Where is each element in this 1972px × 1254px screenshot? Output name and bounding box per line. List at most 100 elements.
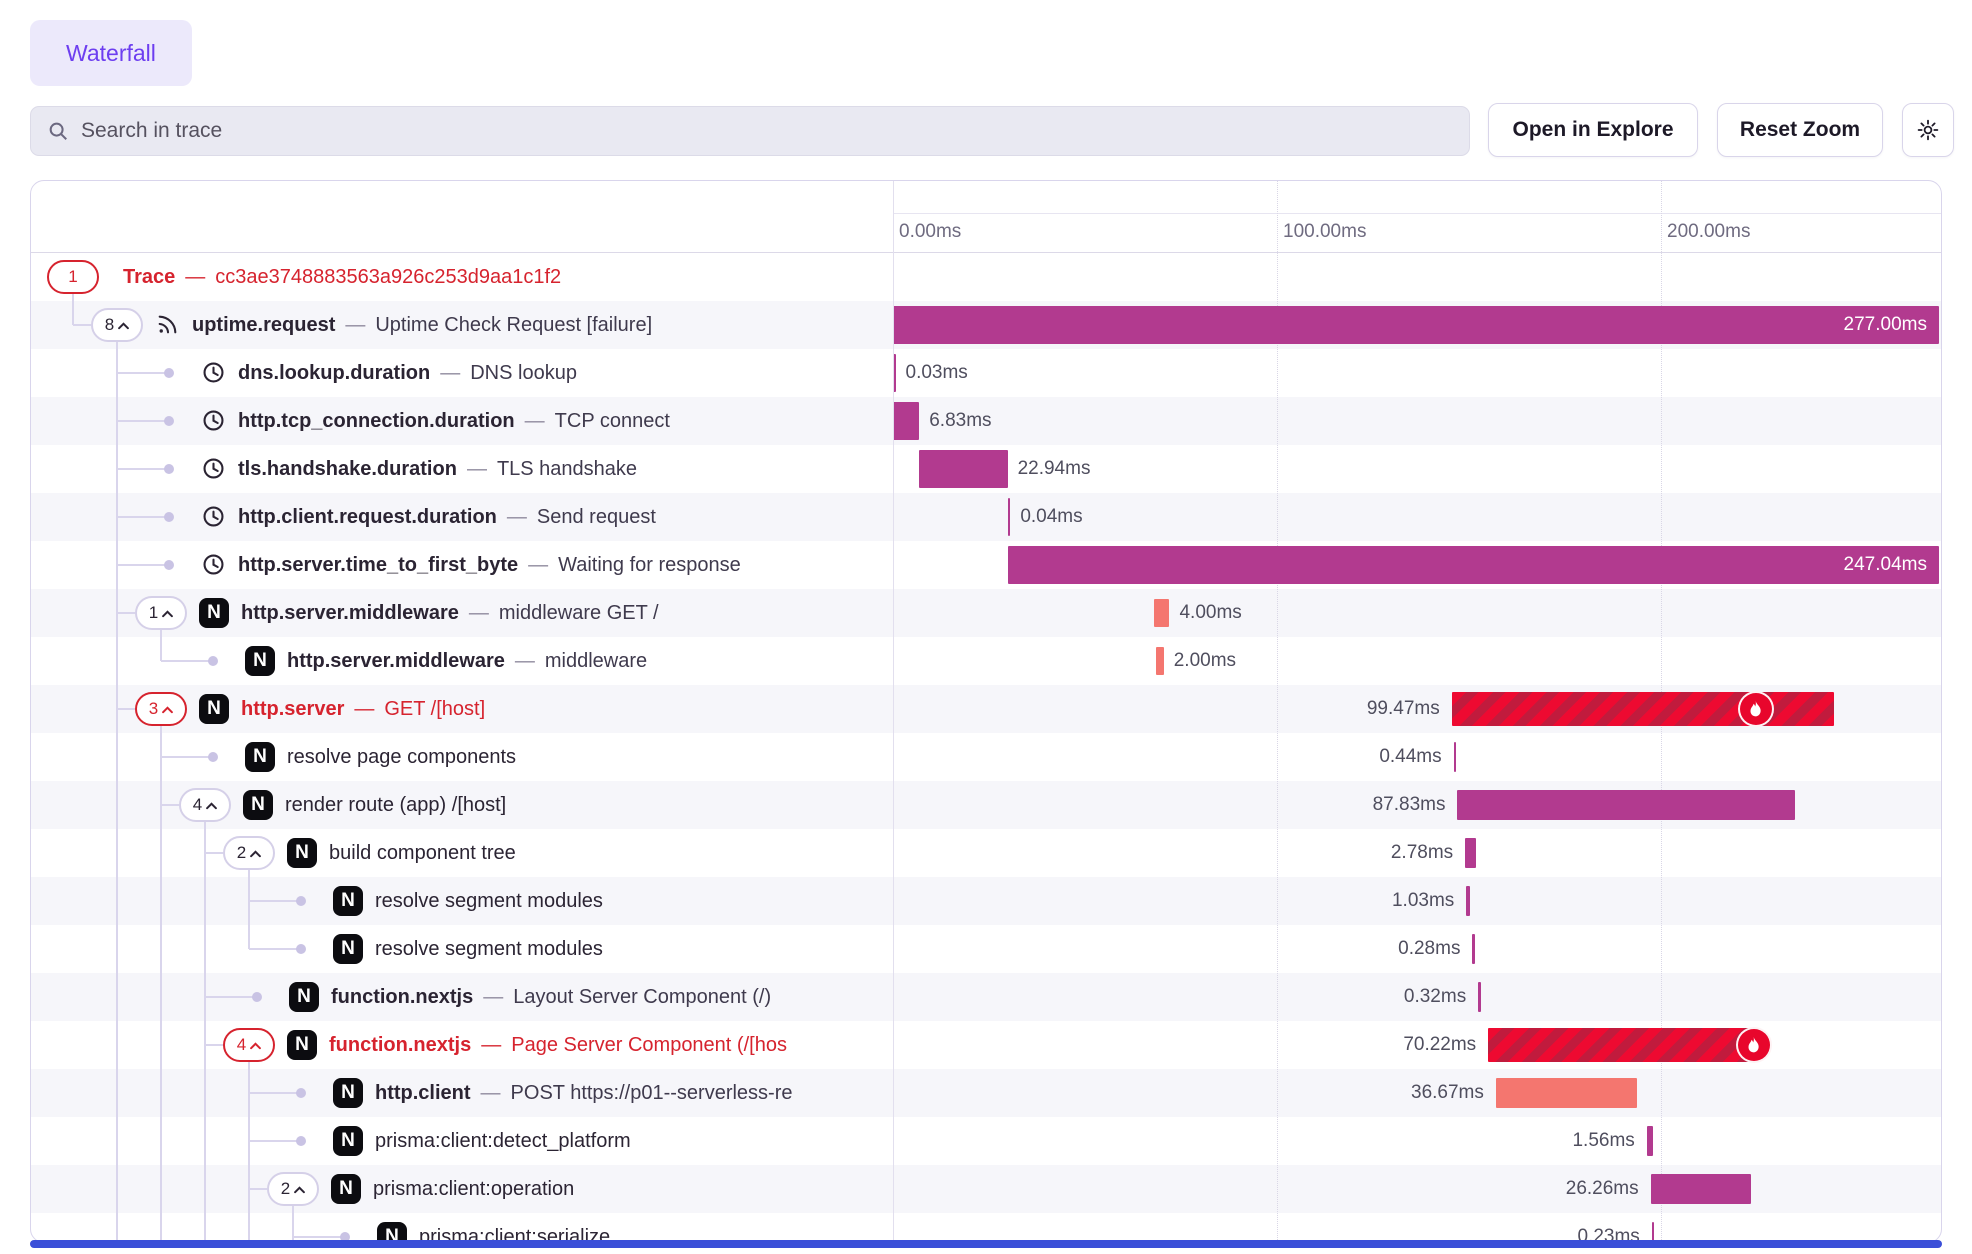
span-row[interactable]: http.server.time_to_first_byte—Waiting f… <box>31 541 1941 589</box>
span-op: Trace <box>123 266 175 289</box>
span-detail: POST https://p01--serverless-re <box>511 1082 793 1105</box>
tree-waterfall-divider[interactable] <box>893 181 894 1242</box>
span-row[interactable]: Nhttp.client—POST https://p01--serverles… <box>31 1069 1941 1117</box>
reset-zoom-button[interactable]: Reset Zoom <box>1717 103 1883 157</box>
tree-connector-elbow <box>205 996 257 998</box>
span-tree-cell: http.tcp_connection.duration—TCP connect <box>31 397 893 445</box>
bottom-scroll-indicator[interactable] <box>30 1240 1942 1248</box>
axis-tick-label: 200.00ms <box>1667 221 1750 243</box>
span-count-pill[interactable]: 2 <box>267 1172 319 1206</box>
chevron-up-icon <box>162 603 173 623</box>
tree-node-dot <box>296 1136 306 1146</box>
duration-bar[interactable] <box>1154 599 1169 627</box>
tree-node-dot <box>296 896 306 906</box>
span-tree-cell: Nhttp.client—POST https://p01--serverles… <box>31 1069 893 1117</box>
span-row[interactable]: 4Nfunction.nextjs—Page Server Component … <box>31 1021 1941 1069</box>
span-row[interactable]: Nhttp.server.middleware—middleware2.00ms <box>31 637 1941 685</box>
tree-connector-elbow <box>117 612 135 614</box>
nextjs-icon: N <box>245 742 275 772</box>
duration-bar[interactable] <box>1651 1174 1752 1204</box>
span-row[interactable]: 2Nbuild component tree2.78ms <box>31 829 1941 877</box>
span-description: resolve page components <box>287 733 516 781</box>
span-rows: 1Trace—cc3ae3748883563a926c253d9aa1c1f28… <box>31 253 1941 1243</box>
reset-zoom-label: Reset Zoom <box>1740 118 1860 142</box>
duration-label: 26.26ms <box>1566 1178 1639 1200</box>
nextjs-icon: N <box>243 790 273 820</box>
span-row[interactable]: 2Nprisma:client:operation26.26ms <box>31 1165 1941 1213</box>
span-count-pill[interactable]: 3 <box>135 692 187 726</box>
span-description: http.tcp_connection.duration—TCP connect <box>238 397 670 445</box>
duration-bar[interactable] <box>1496 1078 1637 1108</box>
duration-bar[interactable] <box>1156 647 1164 675</box>
tree-connector-line <box>116 829 118 877</box>
duration-bar[interactable] <box>1472 934 1475 964</box>
span-tree-cell: 8uptime.request—Uptime Check Request [fa… <box>31 301 893 349</box>
duration-bar[interactable] <box>1008 498 1011 536</box>
trace-waterfall-view: Waterfall Open in Explore Reset Zoom 0.0… <box>0 0 1972 1254</box>
span-row[interactable]: Nresolve page components0.44ms <box>31 733 1941 781</box>
span-description: Trace—cc3ae3748883563a926c253d9aa1c1f2 <box>123 253 561 301</box>
span-count-pill[interactable]: 1 <box>47 260 99 294</box>
duration-bar[interactable] <box>919 450 1007 488</box>
separator: — <box>507 506 527 529</box>
span-row[interactable]: http.tcp_connection.duration—TCP connect… <box>31 397 1941 445</box>
span-count-pill[interactable]: 8 <box>91 308 143 342</box>
span-row[interactable]: 1 Trace—cc3ae3748883563a926c253d9aa1c1f2 <box>31 253 1941 301</box>
duration-bar[interactable] <box>1457 790 1794 820</box>
span-row[interactable]: 4Nrender route (app) /[host]87.83ms <box>31 781 1941 829</box>
span-row[interactable]: Nresolve segment modules1.03ms <box>31 877 1941 925</box>
span-count-pill[interactable]: 2 <box>223 836 275 870</box>
span-row[interactable]: Nfunction.nextjs—Layout Server Component… <box>31 973 1941 1021</box>
span-row[interactable]: http.client.request.duration—Send reques… <box>31 493 1941 541</box>
span-row[interactable]: 3Nhttp.server—GET /[host]99.47ms <box>31 685 1941 733</box>
span-op: prisma:client:operation <box>373 1178 574 1201</box>
tree-connector-line <box>116 1213 118 1243</box>
chevron-up-icon <box>294 1179 305 1199</box>
tree-connector-elbow <box>249 1188 267 1190</box>
span-description: http.server.middleware—middleware <box>287 637 647 685</box>
duration-bar[interactable] <box>1488 1028 1758 1062</box>
span-row[interactable]: 1Nhttp.server.middleware—middleware GET … <box>31 589 1941 637</box>
clock-icon <box>201 360 227 386</box>
span-row[interactable]: tls.handshake.duration—TLS handshake22.9… <box>31 445 1941 493</box>
tree-connector-elbow <box>249 900 301 902</box>
span-description: http.server.time_to_first_byte—Waiting f… <box>238 541 741 589</box>
duration-label: 0.28ms <box>1398 938 1460 960</box>
nextjs-icon: N <box>333 1126 363 1156</box>
search-input[interactable] <box>81 119 1453 143</box>
settings-button[interactable] <box>1902 103 1954 157</box>
duration-bar[interactable] <box>1465 838 1476 868</box>
span-count: 3 <box>149 699 158 719</box>
tree-connector-line <box>160 877 162 925</box>
span-tree-cell: dns.lookup.duration—DNS lookup <box>31 349 893 397</box>
duration-bar[interactable] <box>1647 1126 1653 1156</box>
span-description: resolve segment modules <box>375 925 603 973</box>
span-count-pill[interactable]: 4 <box>179 788 231 822</box>
open-in-explore-button[interactable]: Open in Explore <box>1488 103 1698 157</box>
span-row[interactable]: 8uptime.request—Uptime Check Request [fa… <box>31 301 1941 349</box>
tree-connector-line <box>160 726 162 733</box>
span-op: resolve segment modules <box>375 938 603 961</box>
duration-bar[interactable] <box>1466 886 1470 916</box>
span-row[interactable]: Nprisma:client:serialize0.23ms <box>31 1213 1941 1243</box>
duration-bar[interactable] <box>1454 742 1457 772</box>
tab-waterfall[interactable]: Waterfall <box>30 20 192 86</box>
span-count-pill[interactable]: 1 <box>135 596 187 630</box>
span-row[interactable]: Nresolve segment modules0.28ms <box>31 925 1941 973</box>
duration-bar[interactable] <box>1452 692 1834 726</box>
tree-connector-line <box>116 1165 118 1213</box>
duration-bar[interactable] <box>893 402 919 440</box>
duration-label: 1.03ms <box>1392 890 1454 912</box>
search-bar[interactable] <box>30 106 1470 156</box>
span-row[interactable]: Nprisma:client:detect_platform1.56ms <box>31 1117 1941 1165</box>
separator: — <box>469 602 489 625</box>
span-description: prisma:client:serialize <box>419 1213 610 1243</box>
span-row[interactable]: dns.lookup.duration—DNS lookup0.03ms <box>31 349 1941 397</box>
span-description: function.nextjs—Layout Server Component … <box>331 973 771 1021</box>
duration-bar[interactable] <box>1478 982 1481 1012</box>
open-in-explore-label: Open in Explore <box>1512 118 1673 142</box>
tree-connector-line <box>116 637 118 685</box>
tree-connector-elbow <box>117 708 135 710</box>
span-count-pill[interactable]: 4 <box>223 1028 275 1062</box>
tree-connector-line <box>248 925 250 949</box>
